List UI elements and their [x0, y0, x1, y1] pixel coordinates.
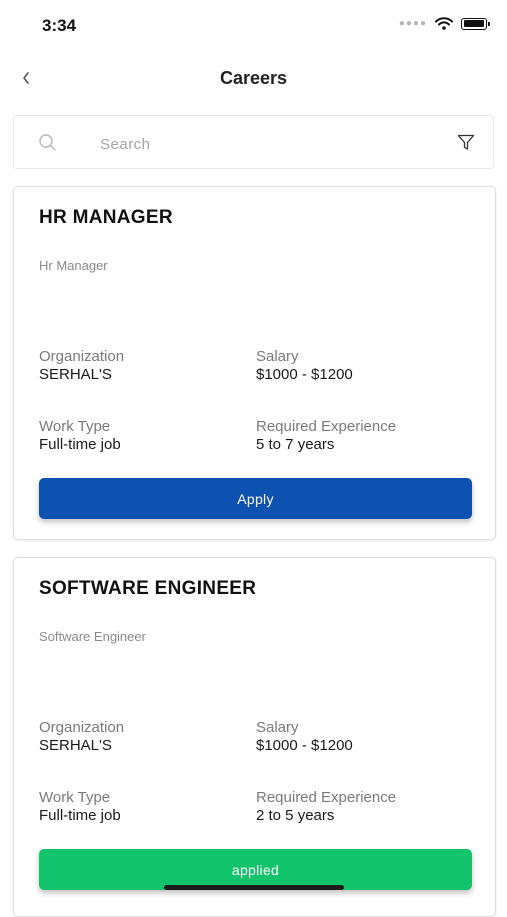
battery-icon [461, 17, 490, 30]
experience-label: Required Experience [256, 418, 397, 435]
status-bar: 3:34 ●●●● [0, 0, 507, 52]
experience-value: 5 to 7 years [256, 436, 335, 453]
page-title: Careers [219, 68, 288, 88]
organization-label: Organization [39, 719, 125, 736]
signal-dots-icon: ●●●● [398, 18, 427, 29]
work-type-label: Work Type [39, 789, 111, 806]
job-title: SOFTWARE ENGINEER [39, 578, 257, 599]
job-card: SOFTWARE ENGINEER Software Engineer Orga… [13, 557, 496, 917]
search-input[interactable] [98, 128, 432, 160]
search-bar [13, 115, 494, 169]
organization-label: Organization [39, 348, 125, 365]
job-subtitle: Hr Manager [39, 258, 108, 273]
work-type-value: Full-time job [39, 436, 121, 453]
work-type-label: Work Type [39, 418, 111, 435]
salary-value: $1000 - $1200 [256, 366, 353, 383]
filter-icon[interactable] [457, 134, 475, 151]
status-icons: ●●●● [398, 17, 490, 30]
salary-label: Salary [256, 348, 299, 365]
work-type-value: Full-time job [39, 807, 121, 824]
status-time: 3:34 [42, 16, 77, 35]
applied-button[interactable]: applied [39, 849, 472, 890]
job-title: HR MANAGER [39, 207, 173, 228]
experience-label: Required Experience [256, 789, 397, 806]
job-subtitle: Software Engineer [39, 629, 146, 644]
experience-value: 2 to 5 years [256, 807, 335, 824]
salary-label: Salary [256, 719, 299, 736]
wifi-icon [435, 17, 453, 30]
apply-button[interactable]: Apply [39, 478, 472, 519]
job-card: HR MANAGER Hr Manager Organization SERHA… [13, 186, 496, 540]
home-indicator [164, 885, 344, 890]
nav-bar: Careers [0, 60, 507, 100]
salary-value: $1000 - $1200 [256, 737, 353, 754]
organization-value: SERHAL'S [39, 366, 112, 383]
organization-value: SERHAL'S [39, 737, 112, 754]
search-icon [39, 134, 56, 151]
